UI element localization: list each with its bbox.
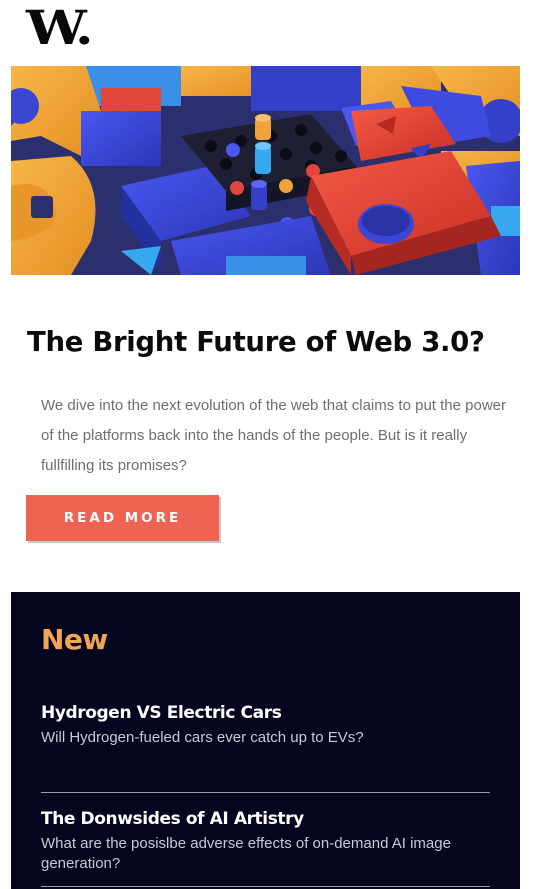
news-item-hydrogen[interactable]: Hydrogen VS Electric Cars Will Hydrogen-… <box>41 702 490 748</box>
article-headline: The Bright Future of Web 3.0? <box>27 326 485 358</box>
divider <box>41 886 490 887</box>
news-item-title[interactable]: Hydrogen VS Electric Cars <box>41 702 490 724</box>
article-summary: We dive into the next evolution of the w… <box>41 397 506 474</box>
news-item-description: Will Hydrogen-fueled cars ever catch up … <box>41 729 364 746</box>
news-item-description: What are the posislbe adverse effects of… <box>41 835 451 872</box>
read-more-button[interactable]: READ MORE <box>26 495 219 541</box>
new-articles-section: New Hydrogen VS Electric Cars Will Hydro… <box>11 592 520 889</box>
divider <box>41 792 490 793</box>
section-title: New <box>41 623 108 656</box>
brand-logo[interactable]: W. <box>26 4 94 54</box>
abstract-blocks-illustration <box>11 66 520 275</box>
hero-image[interactable] <box>11 66 520 275</box>
news-item-title[interactable]: The Donwsides of AI Artistry <box>41 808 490 830</box>
email-page: W. The Bright Future of Web 3.0? We dive… <box>0 0 536 889</box>
news-item-ai-artistry[interactable]: The Donwsides of AI Artistry What are th… <box>41 808 490 874</box>
